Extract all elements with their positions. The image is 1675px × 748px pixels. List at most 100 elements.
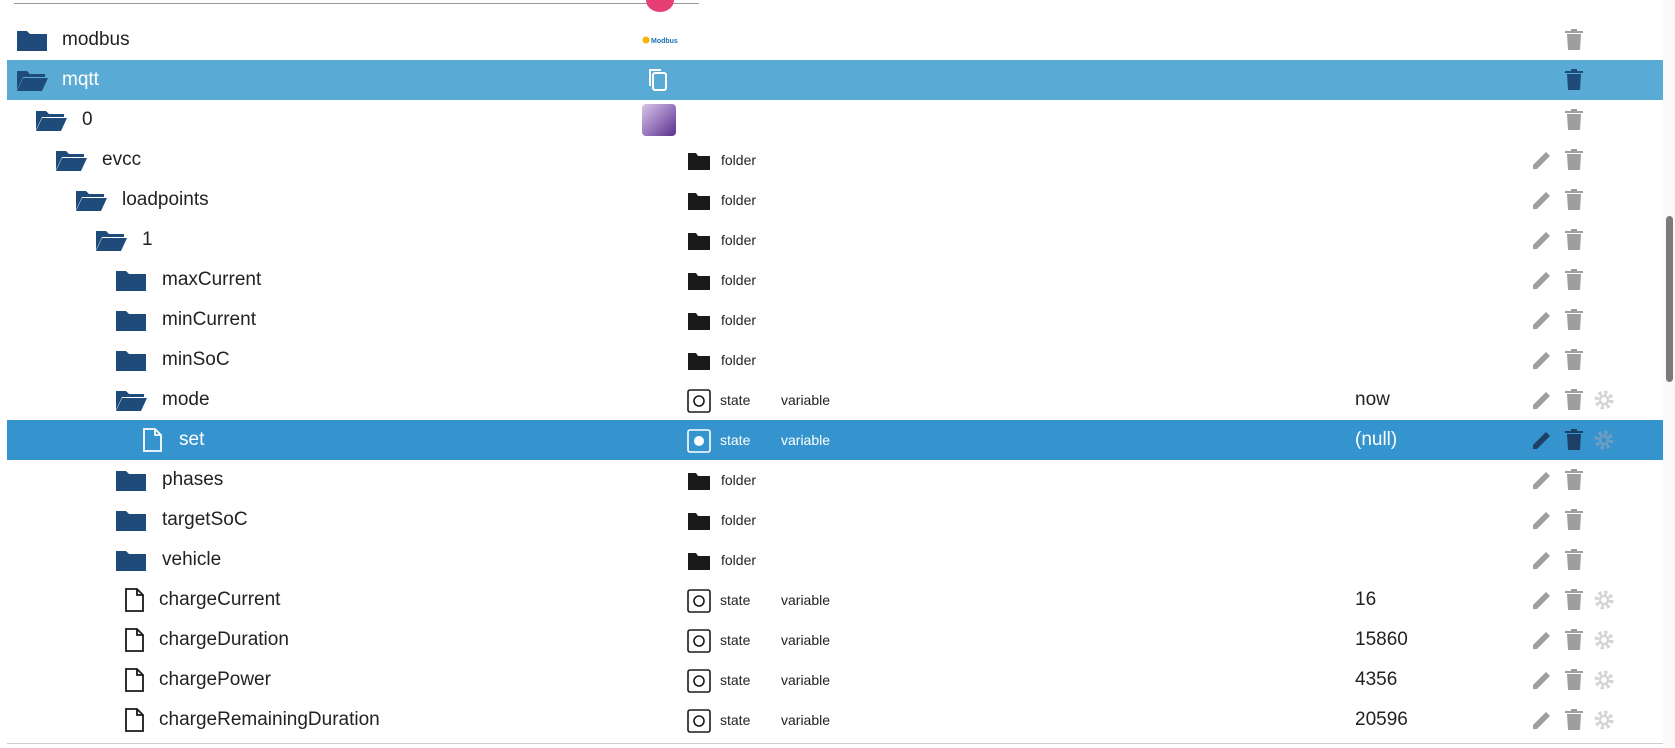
tree-row-phases[interactable]: phases folder bbox=[7, 460, 1667, 500]
type-label: folder bbox=[721, 352, 757, 368]
folder-closed-icon[interactable] bbox=[115, 468, 147, 492]
tree-row-targetsoc[interactable]: targetSoC folder bbox=[7, 500, 1667, 540]
value-cell[interactable]: (null) bbox=[1355, 429, 1397, 451]
gear-icon[interactable] bbox=[1592, 628, 1616, 652]
tree-row-0[interactable]: 0 bbox=[7, 100, 1667, 140]
pencil-icon[interactable] bbox=[1530, 308, 1554, 332]
pencil-icon[interactable] bbox=[1530, 348, 1554, 372]
trash-icon[interactable] bbox=[1562, 468, 1586, 492]
trash-icon[interactable] bbox=[1562, 68, 1586, 92]
trash-icon[interactable] bbox=[1562, 188, 1586, 212]
tree-row-chargecurrent[interactable]: chargeCurrent state variable 16 bbox=[7, 580, 1667, 620]
tree-item-label: set bbox=[179, 429, 205, 450]
tree-item-label: minCurrent bbox=[162, 309, 256, 330]
tree-row-modbus[interactable]: modbus Modbus bbox=[7, 20, 1667, 60]
pencil-icon[interactable] bbox=[1530, 588, 1554, 612]
trash-icon[interactable] bbox=[1562, 708, 1586, 732]
tree-row-loadpoints[interactable]: loadpoints folder bbox=[7, 180, 1667, 220]
trash-icon[interactable] bbox=[1562, 428, 1586, 452]
folder-closed-icon[interactable] bbox=[115, 508, 147, 532]
trash-icon[interactable] bbox=[1562, 668, 1586, 692]
folder-open-icon[interactable] bbox=[35, 108, 67, 132]
pencil-icon[interactable] bbox=[1530, 508, 1554, 532]
folder-closed-icon[interactable] bbox=[115, 308, 147, 332]
trash-icon[interactable] bbox=[1562, 148, 1586, 172]
value-cell[interactable]: now bbox=[1355, 389, 1390, 411]
file-icon[interactable] bbox=[122, 628, 146, 652]
tree-item-label: mode bbox=[162, 389, 210, 410]
folder-open-icon[interactable] bbox=[55, 148, 87, 172]
pencil-icon[interactable] bbox=[1530, 268, 1554, 292]
tree-row-vehicle[interactable]: vehicle folder bbox=[7, 540, 1667, 580]
folder-closed-icon[interactable] bbox=[115, 348, 147, 372]
gear-icon[interactable] bbox=[1592, 708, 1616, 732]
tree-row-chargeremainingduration[interactable]: chargeRemainingDuration state variable 2… bbox=[7, 700, 1667, 740]
tree-row-1[interactable]: 1 folder bbox=[7, 220, 1667, 260]
file-icon[interactable] bbox=[140, 428, 164, 452]
folder-open-icon[interactable] bbox=[16, 68, 48, 92]
tree-row-maxcurrent[interactable]: maxCurrent folder bbox=[7, 260, 1667, 300]
value-cell[interactable]: 20596 bbox=[1355, 709, 1408, 731]
gear-icon[interactable] bbox=[1592, 668, 1616, 692]
folder-closed-icon bbox=[688, 313, 710, 330]
pencil-icon[interactable] bbox=[1530, 188, 1554, 212]
trash-icon[interactable] bbox=[1562, 228, 1586, 252]
scrollbar[interactable] bbox=[1663, 0, 1675, 748]
folder-closed-icon bbox=[688, 473, 710, 490]
tree-row-set[interactable]: set state variable (null) bbox=[7, 420, 1667, 460]
folder-closed-icon[interactable] bbox=[115, 548, 147, 572]
folder-open-icon[interactable] bbox=[95, 228, 127, 252]
trash-icon[interactable] bbox=[1562, 268, 1586, 292]
state-icon bbox=[687, 429, 711, 453]
tree-row-mincurrent[interactable]: minCurrent folder bbox=[7, 300, 1667, 340]
folder-closed-icon[interactable] bbox=[16, 28, 48, 52]
role-label: variable bbox=[781, 632, 831, 648]
state-icon bbox=[687, 669, 711, 693]
trash-icon[interactable] bbox=[1562, 548, 1586, 572]
gear-icon[interactable] bbox=[1592, 388, 1616, 412]
trash-icon[interactable] bbox=[1562, 388, 1586, 412]
trash-icon[interactable] bbox=[1562, 348, 1586, 372]
pencil-icon[interactable] bbox=[1530, 628, 1554, 652]
trash-icon[interactable] bbox=[1562, 28, 1586, 52]
type-label: folder bbox=[721, 552, 757, 568]
tree-row-chargepower[interactable]: chargePower state variable 4356 bbox=[7, 660, 1667, 700]
pencil-icon[interactable] bbox=[1530, 708, 1554, 732]
tree-row-mqtt[interactable]: mqtt bbox=[7, 60, 1667, 100]
tree-row-evcc[interactable]: evcc folder bbox=[7, 140, 1667, 180]
role-label: variable bbox=[781, 712, 831, 728]
folder-closed-icon bbox=[688, 193, 710, 210]
pencil-icon[interactable] bbox=[1530, 428, 1554, 452]
tree-item-label: 0 bbox=[82, 109, 93, 130]
tree-item-label: chargeCurrent bbox=[159, 589, 281, 610]
trash-icon[interactable] bbox=[1562, 508, 1586, 532]
pencil-icon[interactable] bbox=[1530, 468, 1554, 492]
scrollbar-thumb[interactable] bbox=[1666, 216, 1673, 382]
pencil-icon[interactable] bbox=[1530, 548, 1554, 572]
trash-icon[interactable] bbox=[1562, 308, 1586, 332]
gear-icon[interactable] bbox=[1592, 428, 1616, 452]
pencil-icon[interactable] bbox=[1530, 668, 1554, 692]
value-cell[interactable]: 16 bbox=[1355, 589, 1376, 611]
pencil-icon[interactable] bbox=[1530, 148, 1554, 172]
type-label: folder bbox=[721, 512, 757, 528]
folder-open-icon[interactable] bbox=[115, 388, 147, 412]
tree-row-mode[interactable]: mode state variable now bbox=[7, 380, 1667, 420]
pencil-icon[interactable] bbox=[1530, 228, 1554, 252]
value-cell[interactable]: 15860 bbox=[1355, 629, 1408, 651]
trash-icon[interactable] bbox=[1562, 108, 1586, 132]
gear-icon[interactable] bbox=[1592, 588, 1616, 612]
trash-icon[interactable] bbox=[1562, 588, 1586, 612]
copy-icon[interactable] bbox=[646, 67, 670, 93]
tree-item-label: 1 bbox=[142, 229, 153, 250]
folder-closed-icon[interactable] bbox=[115, 268, 147, 292]
tree-row-chargeduration[interactable]: chargeDuration state variable 15860 bbox=[7, 620, 1667, 660]
file-icon[interactable] bbox=[122, 588, 146, 612]
trash-icon[interactable] bbox=[1562, 628, 1586, 652]
value-cell[interactable]: 4356 bbox=[1355, 669, 1397, 691]
file-icon[interactable] bbox=[122, 708, 146, 732]
pencil-icon[interactable] bbox=[1530, 388, 1554, 412]
file-icon[interactable] bbox=[122, 668, 146, 692]
folder-open-icon[interactable] bbox=[75, 188, 107, 212]
tree-row-minsoc[interactable]: minSoC folder bbox=[7, 340, 1667, 380]
